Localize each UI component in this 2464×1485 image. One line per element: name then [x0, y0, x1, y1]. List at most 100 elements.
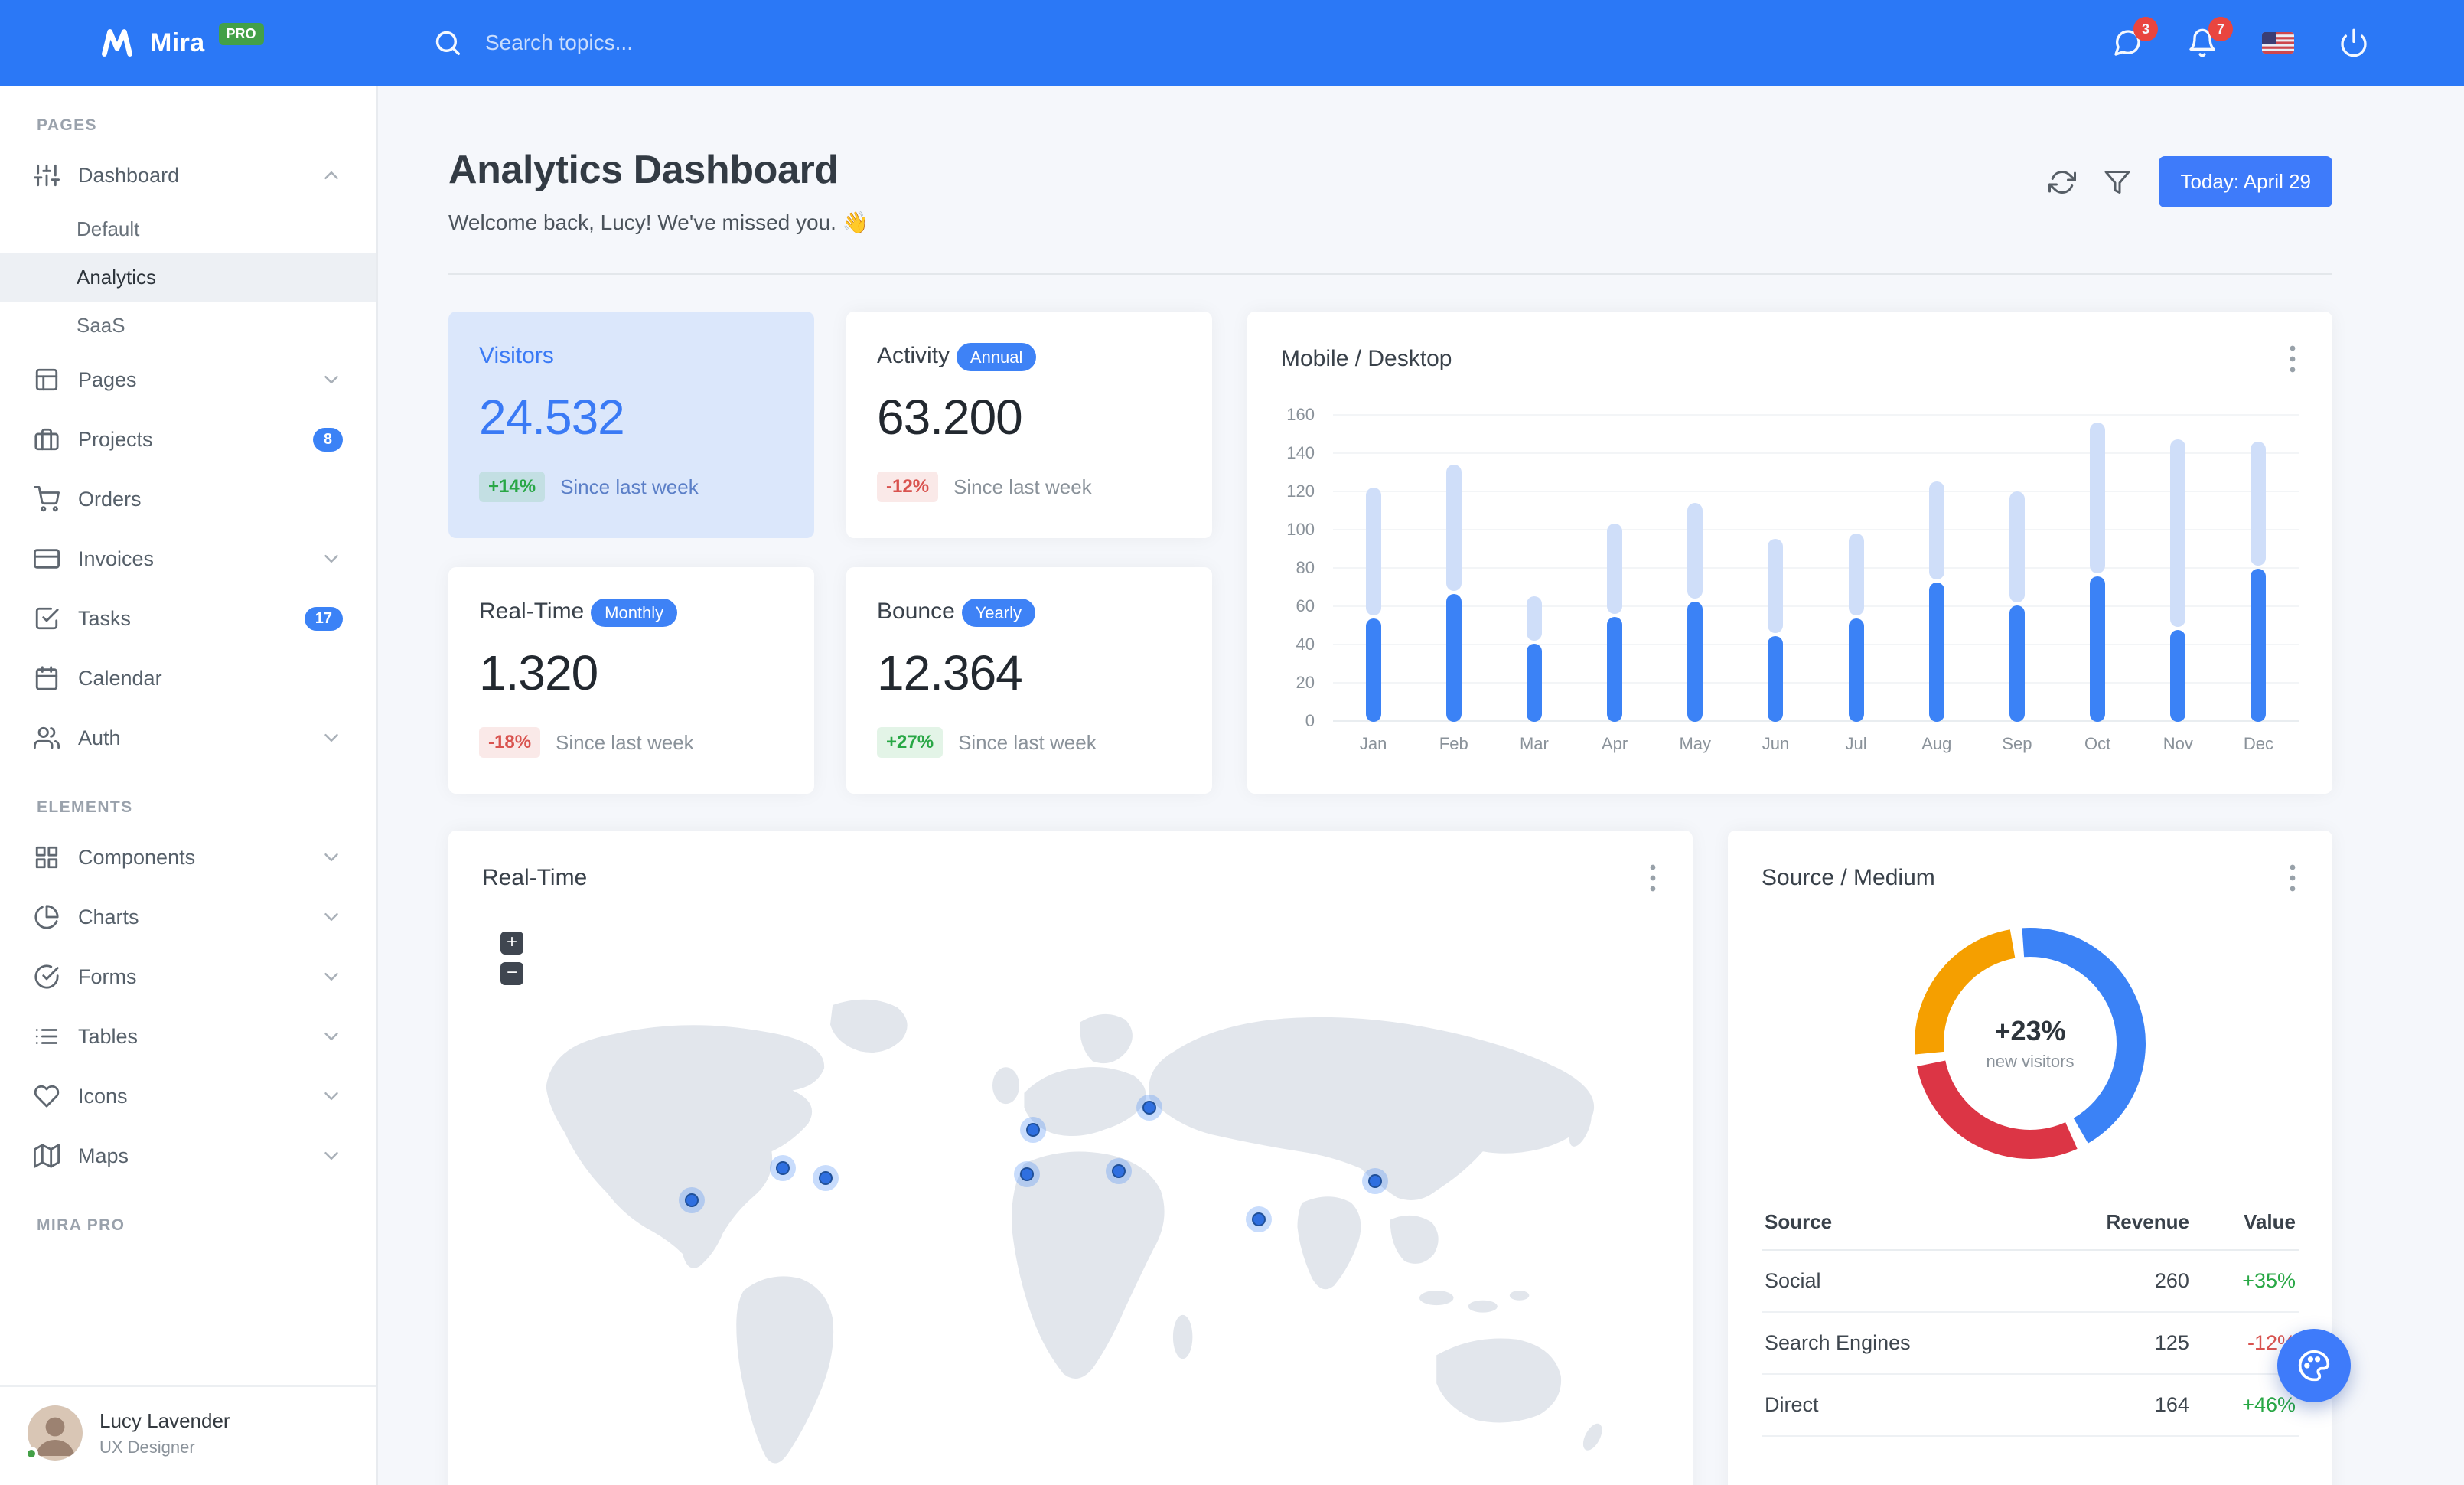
- theme-settings-fab[interactable]: [2277, 1329, 2351, 1402]
- bar-chart-columns: [1333, 416, 2299, 722]
- bar-segment-mobile: [1365, 618, 1381, 722]
- check-square-icon: [35, 607, 59, 630]
- sidebar-item-tables[interactable]: Tables: [0, 1007, 376, 1066]
- sidebar-item-maps[interactable]: Maps: [0, 1126, 376, 1186]
- map-icon: [34, 1144, 60, 1168]
- x-tick-label: Jan: [1359, 734, 1387, 753]
- sidebar-label: Auth: [78, 726, 121, 749]
- bar-segment-mobile: [1687, 601, 1703, 722]
- user-name: Lucy Lavender: [99, 1408, 230, 1432]
- sidebar-item-orders[interactable]: Orders: [0, 469, 376, 529]
- map-zoom-out-button[interactable]: −: [500, 962, 523, 985]
- sidebar-item-charts[interactable]: Charts: [0, 887, 376, 947]
- map-marker[interactable]: [678, 1186, 705, 1213]
- header-actions: Today: April 29: [2048, 156, 2332, 207]
- messages-count-badge: 3: [2133, 17, 2158, 41]
- card-menu-button[interactable]: [1647, 861, 1659, 895]
- sidebar-user[interactable]: Lucy Lavender UX Designer: [0, 1385, 376, 1485]
- source-table-header: Revenue: [2032, 1195, 2192, 1251]
- map-markers-layer: [461, 919, 1680, 1485]
- source-table-header: Value: [2192, 1195, 2299, 1251]
- bounce-title: Bounce: [877, 599, 955, 624]
- map-marker[interactable]: [813, 1164, 839, 1191]
- y-tick-label: 0: [1305, 711, 1315, 730]
- sidebar-item-saas[interactable]: SaaS: [0, 302, 376, 350]
- brand[interactable]: Mira PRO: [0, 22, 378, 62]
- realtime-caption: Since last week: [556, 730, 694, 754]
- map-marker[interactable]: [770, 1155, 797, 1182]
- sidebar-item-icons[interactable]: Icons: [0, 1066, 376, 1126]
- sidebar-section-elements: ELEMENTS: [37, 798, 133, 816]
- card-menu-button[interactable]: [2286, 861, 2299, 895]
- sidebar-item-default[interactable]: Default: [0, 205, 376, 253]
- x-tick-label: Dec: [2243, 734, 2274, 753]
- sidebar-item-pages[interactable]: Pages: [0, 350, 376, 410]
- messages-button[interactable]: 3: [2112, 17, 2158, 58]
- bar-column: [1494, 416, 1574, 722]
- bar-column: [2218, 416, 2299, 722]
- activity-card: Activity Annual 63.200 -12% Since last w…: [846, 312, 1212, 538]
- revenue-cell: 164: [2032, 1374, 2192, 1437]
- search-icon: [435, 31, 460, 55]
- bar-segment-mobile: [1928, 582, 1944, 722]
- map-marker[interactable]: [1020, 1116, 1047, 1143]
- sidebar-item-invoices[interactable]: Invoices: [0, 529, 376, 589]
- activity-period-badge[interactable]: Annual: [956, 343, 1037, 371]
- chevron-down-icon: [324, 734, 338, 742]
- sidebar-item-projects[interactable]: Projects 8: [0, 410, 376, 469]
- chevron-down-icon: [324, 913, 338, 921]
- search-input[interactable]: [482, 29, 834, 57]
- sidebar-label: Dashboard: [78, 163, 180, 187]
- sidebar-item-dashboard[interactable]: Dashboard: [0, 145, 376, 205]
- source-cell: Direct: [1762, 1374, 2033, 1437]
- notifications-button[interactable]: 7: [2187, 17, 2233, 58]
- map-marker[interactable]: [1105, 1158, 1132, 1185]
- sidebar-item-analytics[interactable]: Analytics: [0, 253, 376, 302]
- logout-button[interactable]: [2339, 28, 2369, 58]
- refresh-button[interactable]: [2048, 168, 2077, 196]
- bounce-delta-badge: +27%: [877, 727, 944, 758]
- navbar-search[interactable]: [433, 28, 834, 57]
- sidebar-item-tasks[interactable]: Tasks 17: [0, 589, 376, 648]
- realtime-title: Real-Time: [479, 599, 585, 624]
- sidebar-item-components[interactable]: Components: [0, 827, 376, 887]
- bar-segment-desktop: [1928, 481, 1944, 579]
- pro-badge: PRO: [218, 22, 264, 45]
- bounce-period-badge[interactable]: Yearly: [961, 599, 1035, 627]
- revenue-cell: 260: [2032, 1250, 2192, 1313]
- map-marker[interactable]: [1136, 1094, 1162, 1121]
- map-marker[interactable]: [1246, 1206, 1273, 1232]
- map-marker[interactable]: [1361, 1167, 1388, 1194]
- bar-segment-desktop: [1768, 539, 1784, 633]
- avatar: [24, 1405, 83, 1461]
- sidebar-label: Projects: [78, 427, 153, 451]
- top-navbar: Mira PRO 3 7: [0, 0, 2464, 86]
- sidebar-item-forms[interactable]: Forms: [0, 947, 376, 1007]
- bounce-caption: Since last week: [958, 730, 1097, 754]
- map-zoom-in-button[interactable]: +: [500, 932, 523, 955]
- visitors-value: 24.532: [479, 390, 625, 445]
- table-row: Direct 164 +46%: [1762, 1374, 2299, 1437]
- realtime-period-badge[interactable]: Monthly: [591, 599, 678, 627]
- x-tick-label: Jul: [1845, 734, 1867, 753]
- revenue-cell: 125: [2032, 1312, 2192, 1375]
- list-icon: [35, 1029, 58, 1044]
- x-tick-label: Nov: [2163, 734, 2193, 753]
- x-tick-label: Aug: [1921, 734, 1952, 753]
- bar-segment-mobile: [1768, 635, 1784, 722]
- donut-slice: [1917, 1060, 2078, 1159]
- date-range-button[interactable]: Today: April 29: [2159, 156, 2332, 207]
- filter-button[interactable]: [2104, 168, 2131, 196]
- bar-segment-mobile: [1848, 618, 1864, 722]
- sidebar-label: Invoices: [78, 547, 155, 570]
- donut-chart: +23% new visitors: [1900, 913, 2160, 1173]
- world-map[interactable]: + −: [461, 919, 1680, 1485]
- calendar-icon: [35, 666, 58, 690]
- map-marker[interactable]: [1014, 1161, 1041, 1188]
- source-table-body: Social 260 +35% Search Engines 125 -12% Direct…: [1762, 1250, 2299, 1437]
- bounce-value: 12.364: [877, 645, 1023, 700]
- card-menu-button[interactable]: [2286, 342, 2299, 376]
- language-selector[interactable]: [2262, 32, 2294, 54]
- sidebar-item-calendar[interactable]: Calendar: [0, 648, 376, 708]
- sidebar-item-auth[interactable]: Auth: [0, 708, 376, 768]
